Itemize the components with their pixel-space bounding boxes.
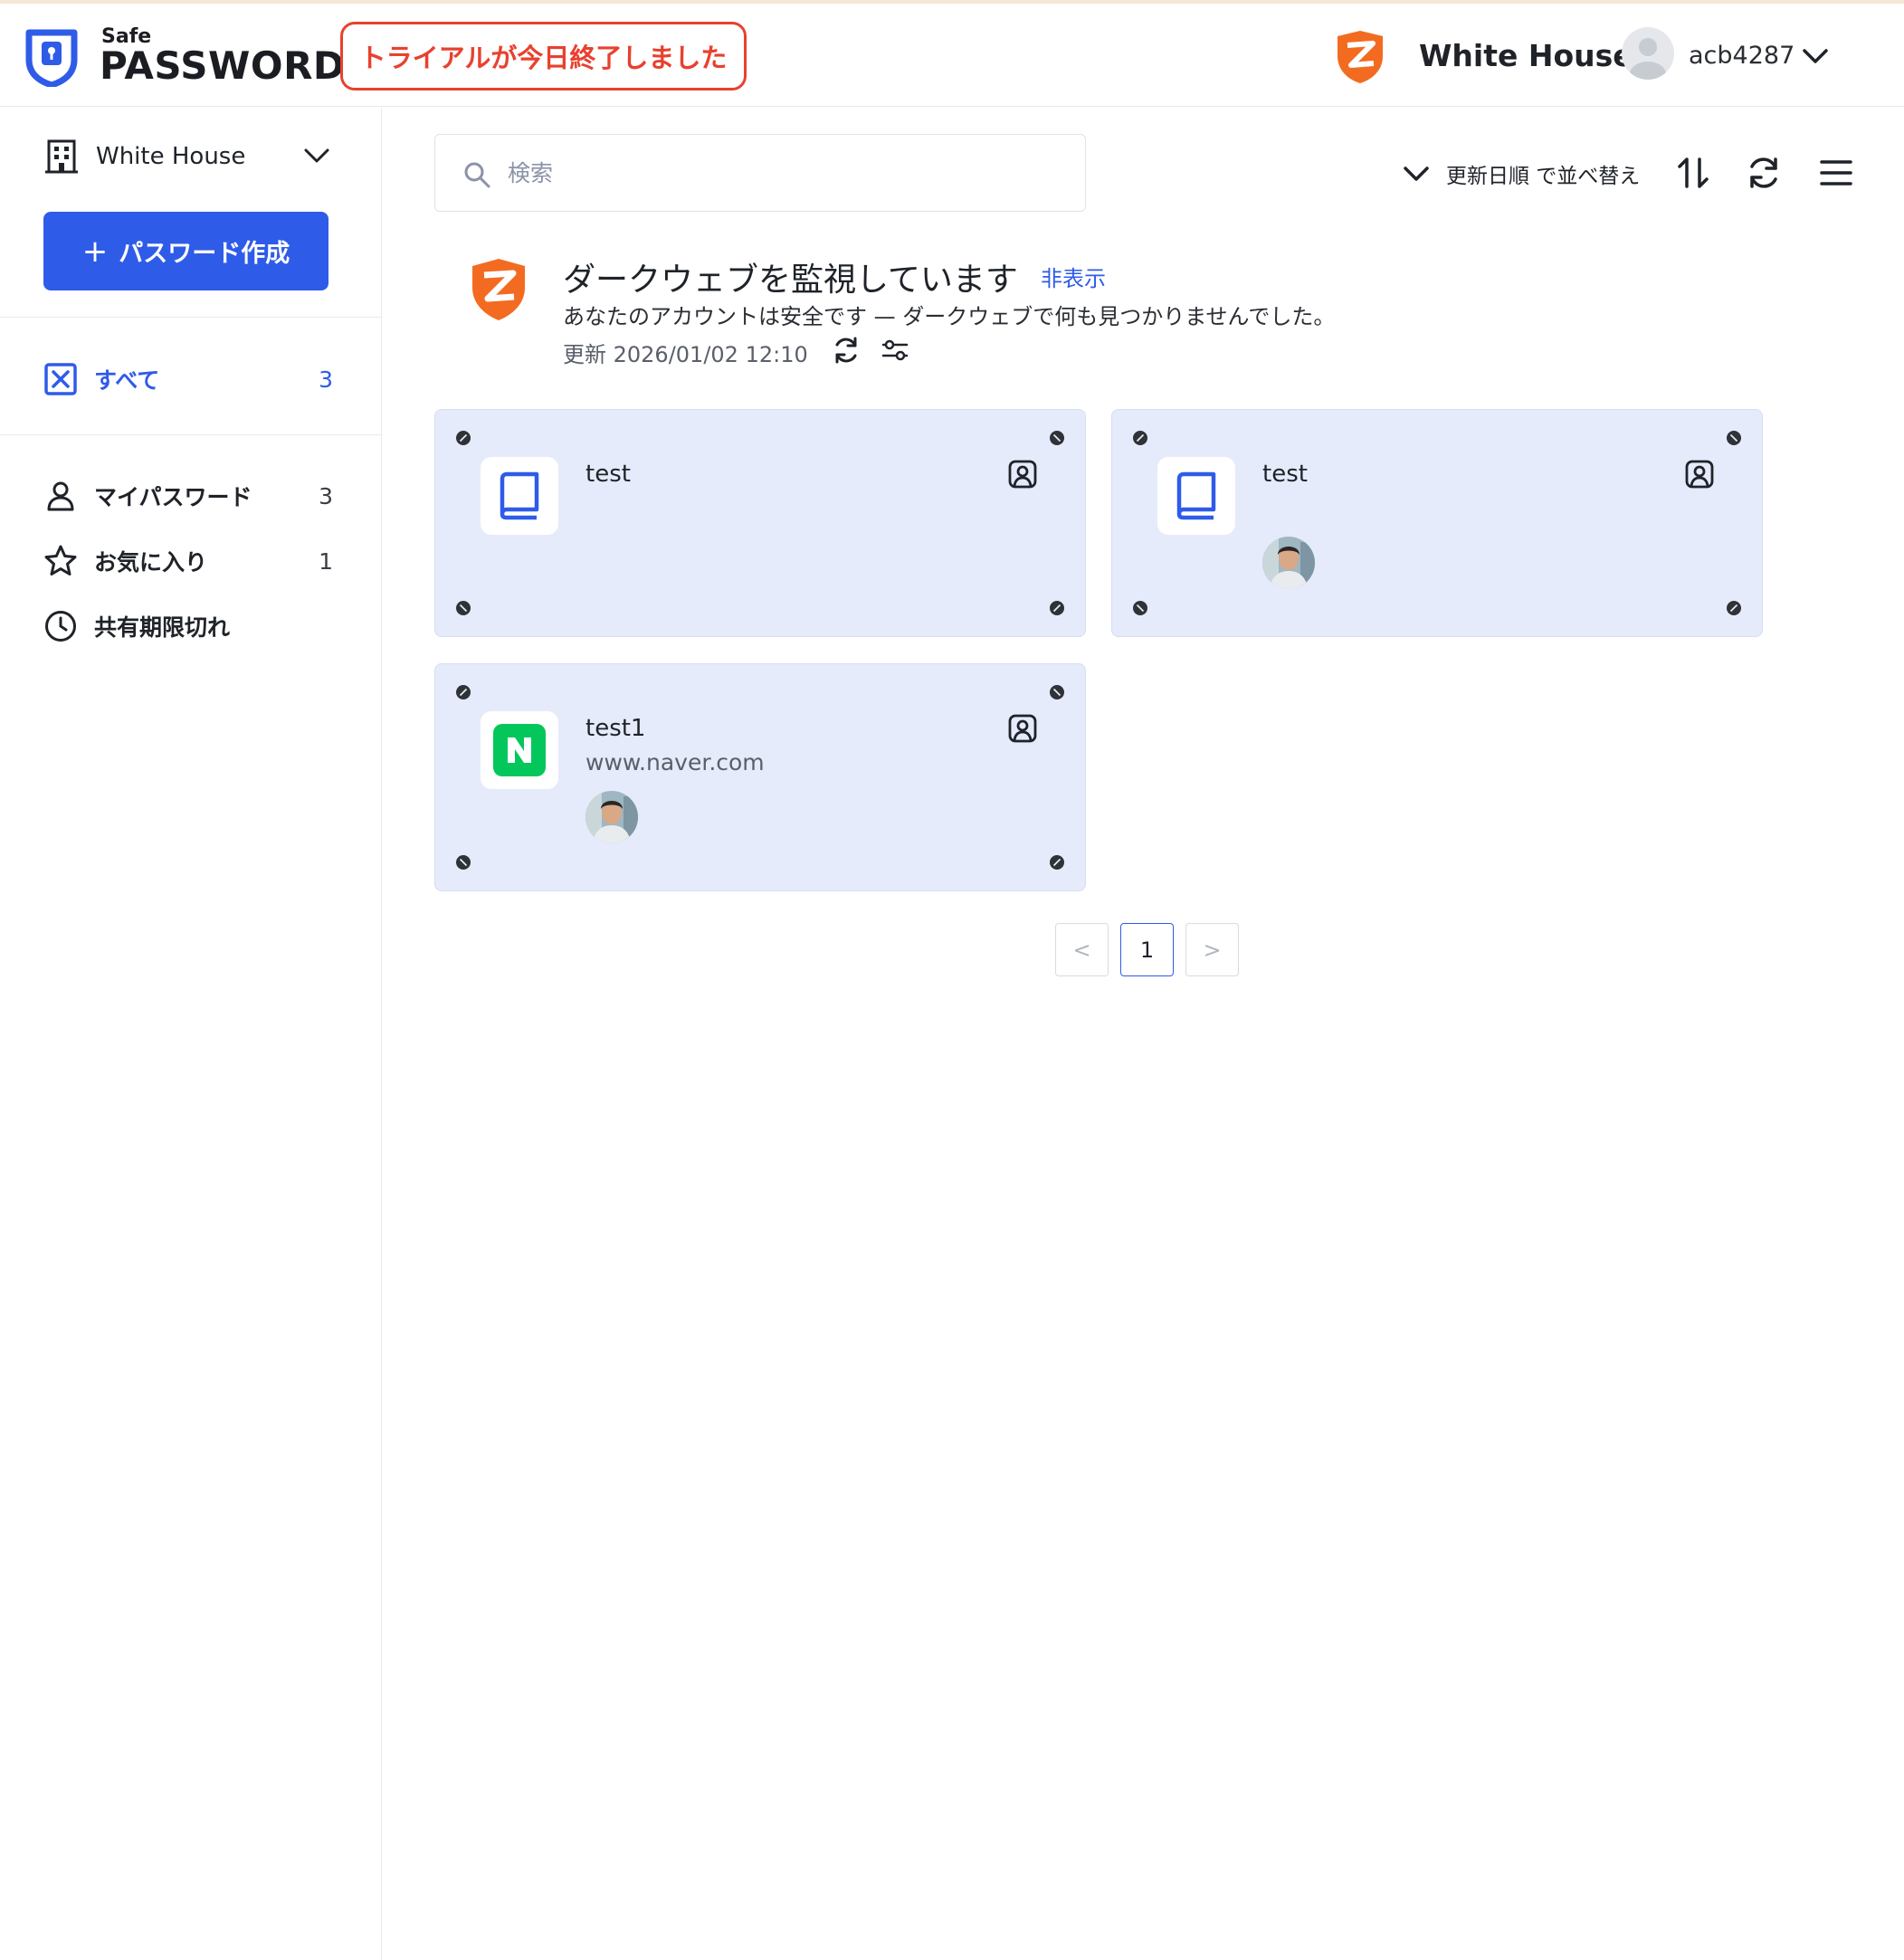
owner-icon bbox=[1008, 714, 1037, 743]
search-input[interactable] bbox=[508, 135, 1069, 211]
header-organization-name: White House bbox=[1419, 38, 1633, 73]
naver-icon bbox=[493, 724, 546, 776]
sidebar-item-my-passwords[interactable]: マイパスワード 3 bbox=[43, 476, 333, 516]
default-avatar-icon bbox=[1630, 38, 1666, 80]
chevron-down-icon bbox=[304, 148, 329, 163]
shared-user-avatar[interactable] bbox=[585, 791, 638, 843]
sidebar-divider bbox=[0, 434, 381, 435]
pagination-next-button[interactable]: > bbox=[1185, 923, 1239, 976]
dark-web-updated-time: 更新 2026/01/02 12:10 bbox=[563, 342, 808, 367]
sidebar-item-favorites[interactable]: お気に入り 1 bbox=[43, 541, 333, 581]
dark-web-monitor-title: ダークウェブを監視しています bbox=[563, 262, 1018, 299]
sidebar: White House + パスワード作成 すべて 3 マイパスワード 3 お気… bbox=[0, 108, 382, 1960]
book-icon bbox=[500, 471, 539, 520]
card-corner-icon bbox=[1133, 431, 1147, 445]
card-corner-icon bbox=[456, 685, 471, 699]
app-icon-container bbox=[481, 711, 558, 789]
card-corner-icon bbox=[1050, 855, 1064, 870]
create-password-label: パスワード作成 bbox=[119, 240, 290, 268]
card-corner-icon bbox=[1727, 431, 1741, 445]
safe-password-logo-icon bbox=[25, 29, 78, 87]
card-title: test bbox=[1262, 461, 1308, 488]
dark-web-monitor-logo-icon bbox=[472, 259, 525, 320]
user-avatar[interactable] bbox=[1622, 27, 1674, 80]
sidebar-item-all[interactable]: すべて 3 bbox=[43, 359, 333, 399]
sort-order-icon[interactable] bbox=[1674, 154, 1712, 192]
sidebar-item-share-expired[interactable]: 共有期限切れ bbox=[43, 606, 333, 646]
card-corner-icon bbox=[456, 431, 471, 445]
building-icon bbox=[45, 139, 78, 174]
sidebar-item-label: 共有期限切れ bbox=[94, 614, 231, 641]
sidebar-item-count: 1 bbox=[319, 547, 333, 575]
sidebar-item-count: 3 bbox=[319, 482, 333, 509]
create-password-button[interactable]: + パスワード作成 bbox=[43, 212, 328, 290]
organization-selector[interactable]: White House bbox=[43, 135, 333, 178]
owner-icon bbox=[1685, 460, 1714, 489]
card-corner-icon bbox=[456, 601, 471, 615]
password-card[interactable]: test bbox=[1111, 409, 1763, 637]
book-icon bbox=[1176, 471, 1216, 520]
password-card[interactable]: test bbox=[434, 409, 1086, 637]
card-corner-icon bbox=[1133, 601, 1147, 615]
sidebar-item-label: マイパスワード bbox=[94, 484, 252, 510]
search-box[interactable] bbox=[434, 134, 1086, 212]
card-corner-icon bbox=[1050, 601, 1064, 615]
sidebar-item-count: 3 bbox=[319, 366, 333, 393]
card-corner-icon bbox=[1727, 601, 1741, 615]
card-corner-icon bbox=[1050, 685, 1064, 699]
shared-user-avatar[interactable] bbox=[1262, 537, 1315, 589]
card-title: test bbox=[585, 461, 631, 488]
organization-selector-label: White House bbox=[96, 143, 246, 170]
dark-web-settings-icon[interactable] bbox=[880, 335, 910, 366]
user-icon bbox=[47, 481, 74, 511]
sidebar-divider bbox=[0, 317, 381, 318]
search-icon bbox=[464, 162, 490, 188]
username-label[interactable]: acb4287 bbox=[1689, 42, 1795, 70]
card-corner-icon bbox=[456, 855, 471, 870]
app-icon-container bbox=[481, 457, 558, 535]
plus-icon: + bbox=[81, 233, 109, 270]
app-icon-container bbox=[1157, 457, 1235, 535]
app-header: Safe PASSWORD トライアルが今日終了しました White House… bbox=[0, 4, 1904, 107]
all-items-icon bbox=[44, 363, 77, 395]
user-photo-avatar bbox=[585, 791, 638, 843]
sort-dropdown[interactable]: 更新日順 で並べ替え bbox=[1401, 154, 1640, 194]
chevron-down-icon bbox=[1404, 167, 1429, 181]
card-corner-icon bbox=[1050, 431, 1064, 445]
owner-icon bbox=[1008, 460, 1037, 489]
card-title: test1 bbox=[585, 715, 646, 742]
menu-icon[interactable] bbox=[1817, 154, 1855, 192]
card-url: www.naver.com bbox=[585, 749, 765, 775]
sort-label: 更新日順 で並べ替え bbox=[1446, 165, 1641, 188]
hide-link[interactable]: 非表示 bbox=[1041, 261, 1106, 292]
sidebar-item-label: お気に入り bbox=[94, 549, 208, 576]
pagination-page-button[interactable]: 1 bbox=[1120, 923, 1174, 976]
user-menu-chevron-down-icon[interactable] bbox=[1797, 43, 1833, 71]
user-photo-avatar bbox=[1262, 537, 1315, 589]
refresh-icon[interactable] bbox=[1745, 154, 1783, 192]
clock-icon bbox=[45, 611, 76, 642]
logo-password-text: PASSWORD bbox=[100, 43, 346, 88]
dark-web-refresh-icon[interactable] bbox=[831, 335, 862, 366]
password-card[interactable]: test1 www.naver.com bbox=[434, 663, 1086, 891]
sidebar-item-label: すべて bbox=[94, 367, 160, 394]
organization-logo-icon bbox=[1338, 31, 1383, 83]
star-icon bbox=[44, 545, 77, 576]
pagination-prev-button[interactable]: < bbox=[1055, 923, 1109, 976]
trial-expired-banner[interactable]: トライアルが今日終了しました bbox=[340, 22, 747, 90]
dark-web-status-message: あなたのアカウントは安全です — ダークウェブで何も見つかりませんでした。 bbox=[563, 304, 1336, 329]
